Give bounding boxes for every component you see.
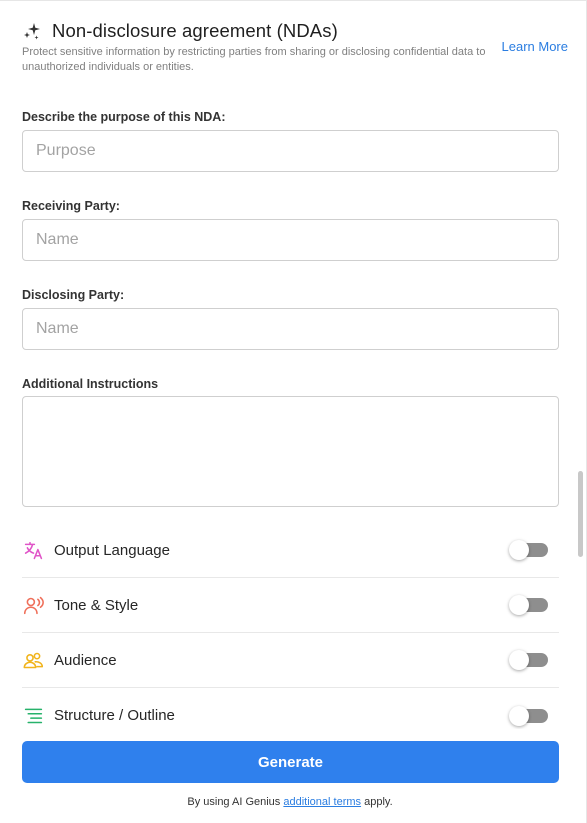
outline-icon [22,705,44,727]
option-label: Structure / Outline [54,707,175,724]
toggle-knob [509,595,529,615]
receiving-party-input[interactable] [22,219,559,261]
structure-outline-toggle[interactable] [509,705,548,726]
output-language-toggle[interactable] [509,540,548,560]
purpose-label: Describe the purpose of this NDA: [22,110,226,124]
speaker-person-icon [22,594,44,616]
receiving-party-label: Receiving Party: [22,199,120,213]
disclosing-party-input[interactable] [22,308,559,350]
additional-instructions-label: Additional Instructions [22,377,159,391]
title-row: Non-disclosure agreement (NDAs) [22,17,570,45]
option-label: Tone & Style [54,596,139,614]
purpose-input[interactable] [22,130,559,172]
audience-toggle[interactable] [509,650,548,670]
page-subtitle: Protect sensitive information by restric… [22,46,486,73]
option-tone-style[interactable]: Tone & Style [22,578,559,633]
additional-terms-link[interactable]: additional terms [283,796,361,808]
tone-style-toggle[interactable] [509,595,548,615]
additional-instructions-textarea[interactable] [22,396,559,507]
scrollbar-thumb[interactable] [578,471,583,557]
toggle-knob [509,650,529,670]
header: Non-disclosure agreement (NDAs) Protect … [22,17,570,73]
toggle-knob [509,705,529,726]
page-title: Non-disclosure agreement (NDAs) [52,20,338,41]
terms-notice: By using AI Genius additional terms appl… [0,796,580,808]
terms-suffix: apply. [364,796,393,808]
option-output-language[interactable]: Output Language [22,523,559,578]
disclosing-party-label: Disclosing Party: [22,288,125,302]
sparkle-icon [24,23,40,40]
toggle-knob [509,540,529,560]
option-label: Output Language [54,541,170,559]
terms-prefix: By using AI Genius [187,796,281,808]
option-audience[interactable]: Audience [22,633,559,688]
nda-panel: Non-disclosure agreement (NDAs) Protect … [0,0,587,823]
option-label: Audience [54,651,117,669]
group-icon [22,649,44,671]
generate-button[interactable]: Generate [22,741,559,783]
translate-icon [22,539,44,561]
learn-more-link[interactable]: Learn More [502,39,568,54]
